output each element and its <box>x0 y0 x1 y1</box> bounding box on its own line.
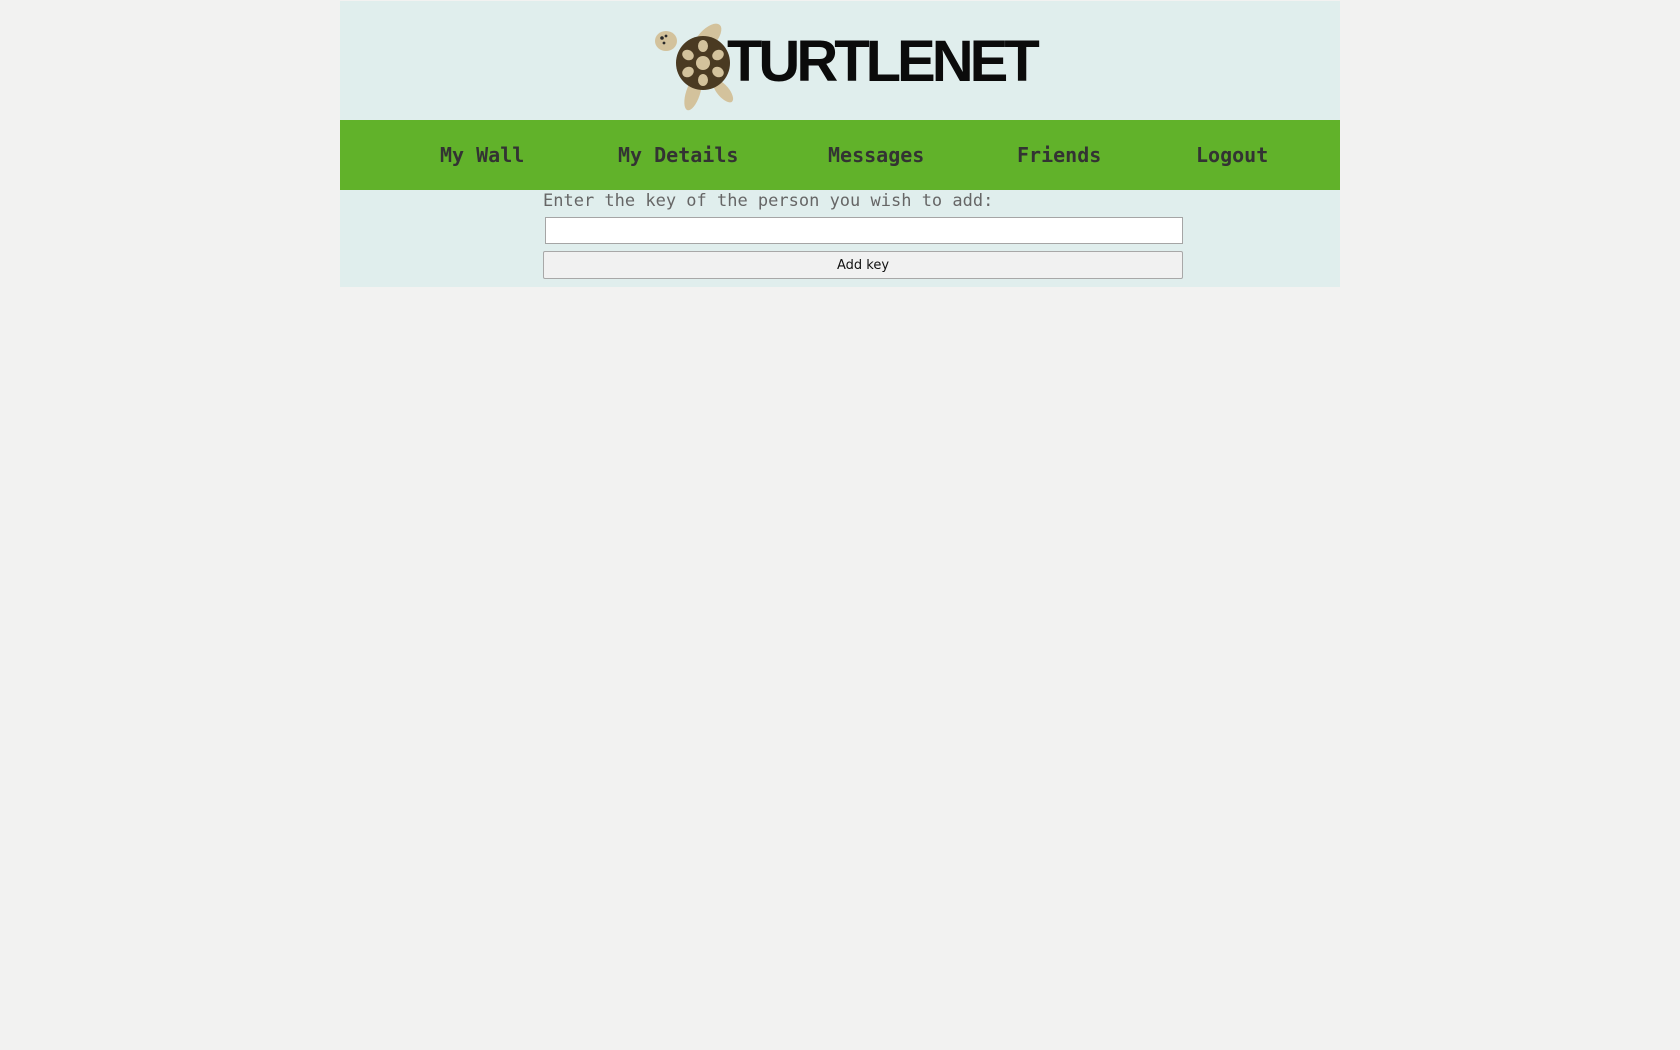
nav-item-logout[interactable]: Logout <box>1196 120 1268 190</box>
logo-wordmark: TURTLENET <box>727 29 1040 94</box>
add-key-button[interactable]: Add key <box>543 251 1183 279</box>
nav-item-my-wall[interactable]: My Wall <box>440 120 524 190</box>
page-container: TURTLENET My Wall My Details Messages Fr… <box>340 1 1340 287</box>
nav-item-messages[interactable]: Messages <box>828 120 924 190</box>
add-key-prompt: Enter the key of the person you wish to … <box>543 191 994 211</box>
site-header: TURTLENET <box>340 1 1340 120</box>
site-logo[interactable]: TURTLENET <box>655 17 1055 115</box>
nav-item-friends[interactable]: Friends <box>1017 120 1101 190</box>
main-nav: My Wall My Details Messages Friends Logo… <box>340 120 1340 190</box>
nav-item-my-details[interactable]: My Details <box>618 120 738 190</box>
key-input[interactable] <box>545 217 1183 244</box>
add-friend-panel: Enter the key of the person you wish to … <box>340 190 1340 287</box>
